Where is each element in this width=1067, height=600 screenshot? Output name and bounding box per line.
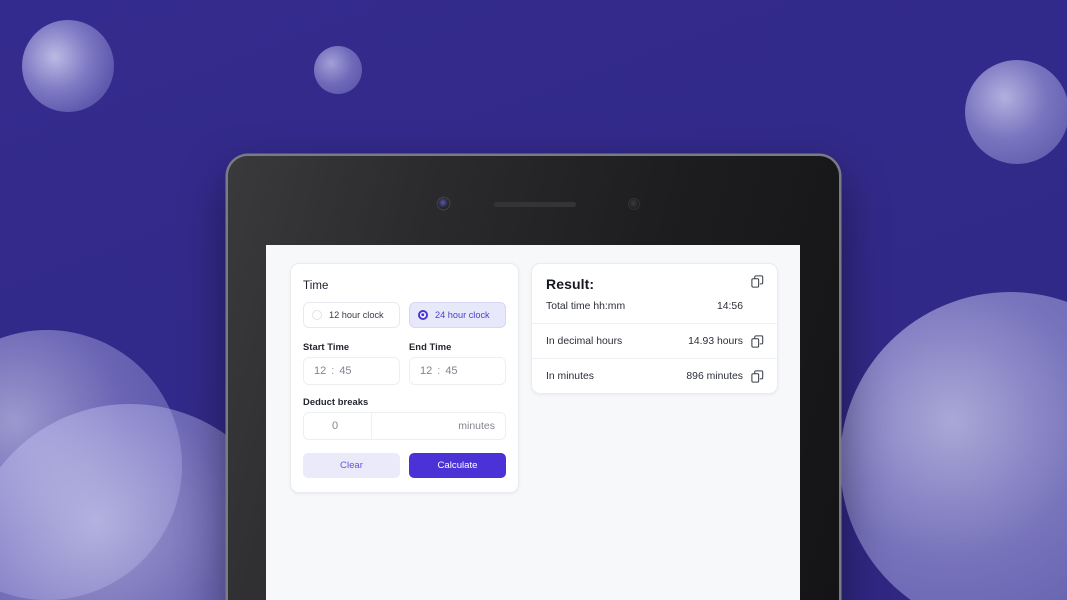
start-time-separator: : bbox=[331, 365, 335, 377]
result-row-decimal-hours: In decimal hours 14.93 hours bbox=[546, 336, 763, 347]
calculate-button[interactable]: Calculate bbox=[409, 453, 506, 478]
end-time-separator: : bbox=[437, 365, 441, 377]
start-time-input[interactable]: 12 : 45 bbox=[303, 357, 400, 385]
section-title-time: Time bbox=[303, 280, 329, 292]
time-inputs-row: Start Time 12 : 45 End Time 12 : 45 bbox=[303, 341, 506, 385]
speaker-slot-icon bbox=[494, 202, 576, 207]
result-section-total: Result: Total time hh:mm 14:56 bbox=[532, 264, 777, 323]
time-input-card: Time 12 hour clock 24 hour clock Start T… bbox=[290, 263, 519, 493]
decorative-sphere bbox=[22, 20, 114, 112]
end-time-input[interactable]: 12 : 45 bbox=[409, 357, 506, 385]
decorative-sphere bbox=[314, 46, 362, 94]
deduct-breaks-label: Deduct breaks bbox=[303, 396, 369, 407]
clear-button[interactable]: Clear bbox=[303, 453, 400, 478]
tablet-screen: Time 12 hour clock 24 hour clock Start T… bbox=[266, 245, 800, 600]
result-value-total-time: 14:56 bbox=[716, 301, 743, 312]
deduct-breaks-unit: minutes bbox=[458, 420, 495, 432]
end-time-label: End Time bbox=[409, 341, 452, 352]
deduct-breaks-input[interactable]: 0 minutes bbox=[303, 412, 506, 440]
end-time-minutes[interactable]: 45 bbox=[445, 365, 457, 377]
decorative-sphere bbox=[0, 330, 182, 600]
radio-circle-selected-icon bbox=[418, 310, 428, 320]
start-time-hours[interactable]: 12 bbox=[314, 365, 326, 377]
tablet-top-bezel bbox=[228, 156, 839, 245]
start-time-label: Start Time bbox=[303, 341, 350, 352]
radio-24-hour-clock[interactable]: 24 hour clock bbox=[409, 302, 506, 328]
radio-12-hour-label: 12 hour clock bbox=[329, 310, 384, 320]
radio-circle-icon bbox=[312, 310, 322, 320]
tablet-device-frame: Time 12 hour clock 24 hour clock Start T… bbox=[228, 156, 839, 600]
decorative-sphere bbox=[965, 60, 1067, 164]
time-calculator-app: Time 12 hour clock 24 hour clock Start T… bbox=[266, 245, 800, 600]
result-section-minutes: In minutes 896 minutes bbox=[532, 358, 777, 393]
decorative-sphere bbox=[840, 292, 1067, 600]
result-row-total-time: Total time hh:mm 14:56 bbox=[546, 301, 763, 312]
copy-icon[interactable] bbox=[751, 370, 764, 383]
result-heading: Result: bbox=[546, 276, 595, 292]
copy-icon[interactable] bbox=[751, 335, 764, 348]
result-section-decimal: In decimal hours 14.93 hours bbox=[532, 323, 777, 358]
end-time-group: End Time 12 : 45 bbox=[409, 341, 506, 385]
camera-dot-icon bbox=[438, 198, 449, 209]
form-actions: Clear Calculate bbox=[303, 453, 506, 478]
deduct-breaks-value[interactable]: 0 bbox=[304, 413, 372, 439]
result-label-decimal-hours: In decimal hours bbox=[546, 336, 623, 347]
deduct-breaks-group: Deduct breaks 0 minutes bbox=[303, 396, 506, 440]
start-time-group: Start Time 12 : 45 bbox=[303, 341, 400, 385]
radio-24-hour-label: 24 hour clock bbox=[435, 310, 490, 320]
result-row-minutes: In minutes 896 minutes bbox=[546, 371, 763, 382]
result-label-total-time: Total time hh:mm bbox=[546, 301, 626, 312]
clock-format-radio-group: 12 hour clock 24 hour clock bbox=[303, 302, 506, 328]
end-time-hours[interactable]: 12 bbox=[420, 365, 432, 377]
result-label-minutes: In minutes bbox=[546, 371, 594, 382]
start-time-minutes[interactable]: 45 bbox=[339, 365, 351, 377]
sensor-dot-icon bbox=[629, 199, 639, 209]
result-card: Result: Total time hh:mm 14:56 In decima… bbox=[531, 263, 778, 394]
copy-icon[interactable] bbox=[751, 275, 764, 288]
radio-12-hour-clock[interactable]: 12 hour clock bbox=[303, 302, 400, 328]
